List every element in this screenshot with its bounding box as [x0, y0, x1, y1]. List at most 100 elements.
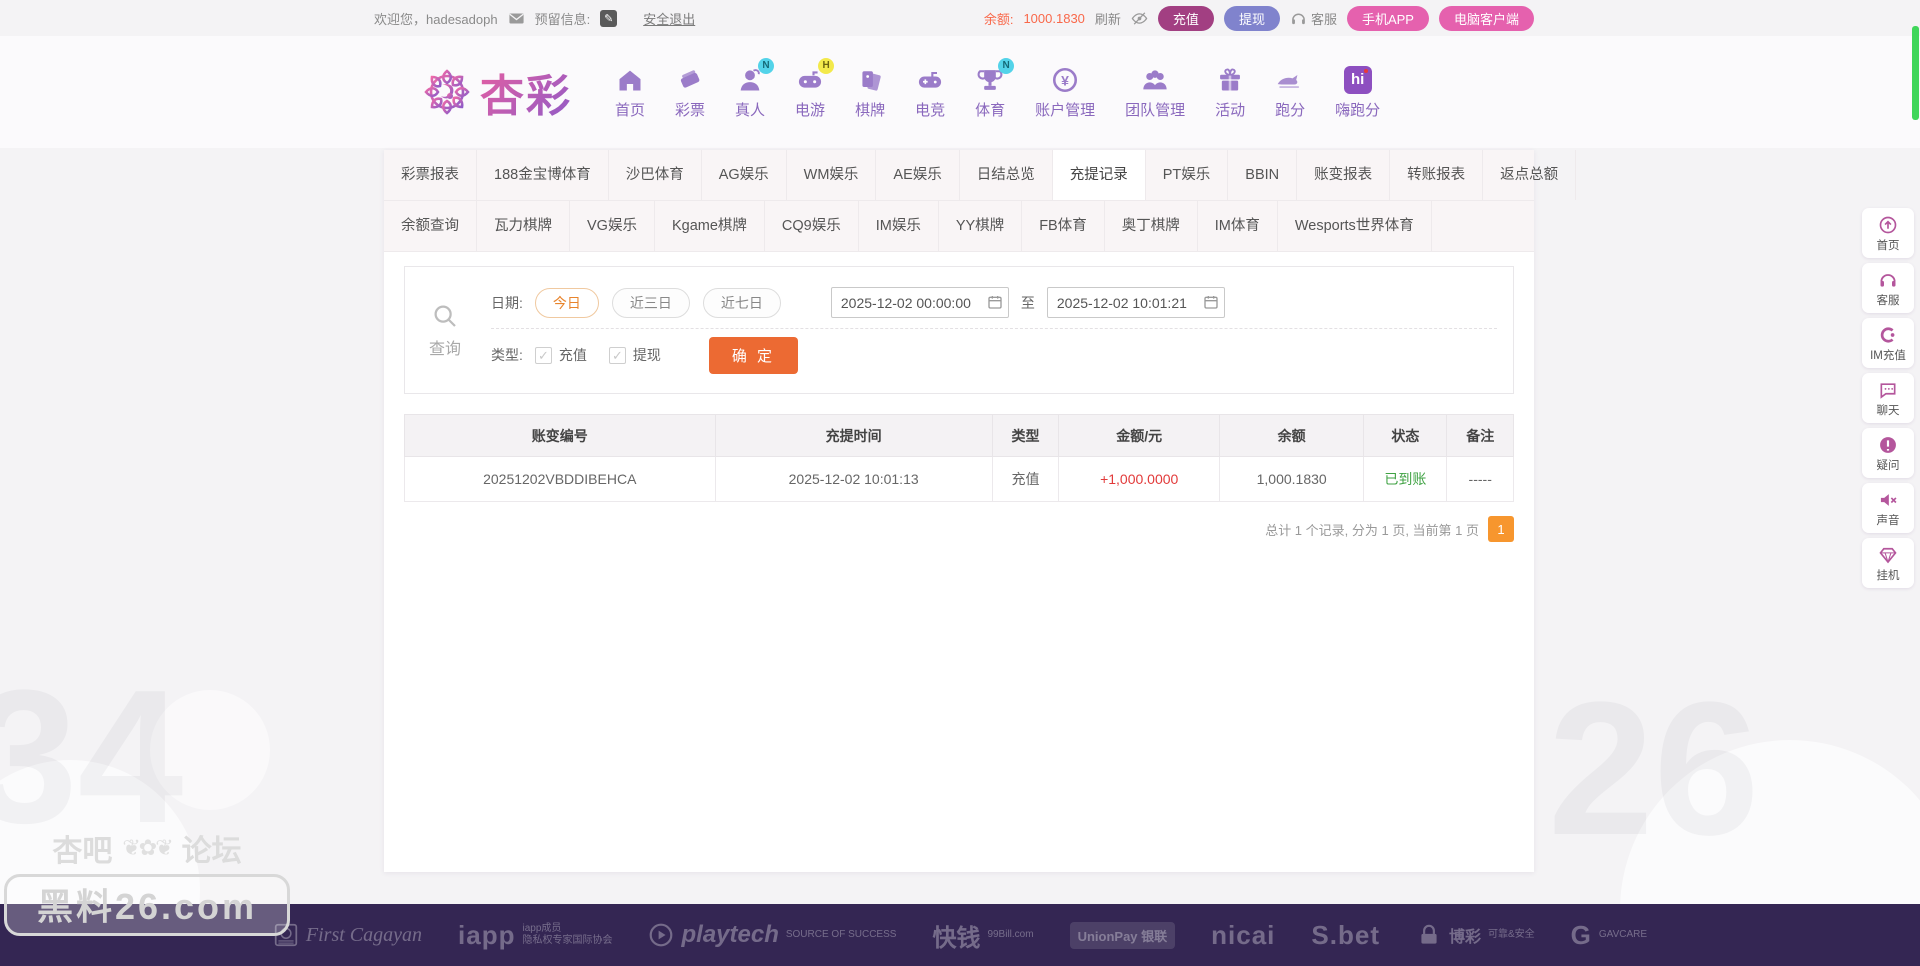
nav-item-5[interactable]: 棋牌 — [840, 65, 900, 120]
cell-金额/元: +1,000.0000 — [1058, 456, 1221, 502]
mail-icon[interactable] — [508, 10, 525, 27]
gem-icon — [1878, 545, 1898, 565]
confirm-button[interactable]: 确 定 — [708, 336, 799, 374]
nav-item-9[interactable]: 团队管理 — [1110, 65, 1200, 120]
withdraw-button[interactable]: 提现 — [1223, 5, 1280, 31]
footer-logo-name: S.bet — [1311, 919, 1380, 950]
footer-logo-name: First Cagayan — [305, 923, 423, 946]
svg-text:¥: ¥ — [1061, 72, 1069, 88]
sidebar-item-疑问[interactable]: 疑问 — [1862, 428, 1914, 478]
nav-item-1[interactable]: 首页 — [600, 65, 660, 120]
sidebar-item-IM充值[interactable]: IM充值 — [1862, 318, 1914, 368]
footer-logo-name: G — [1570, 919, 1592, 950]
type-check-提现[interactable]: ✓ 提现 — [608, 345, 661, 365]
date-to-input[interactable] — [1046, 287, 1225, 318]
content-card: 彩票报表 188金宝博体育 沙巴体育 AG娱乐 WM娱乐 AE娱乐 日结总览 充提记录 PT娱乐… — [384, 150, 1577, 872]
refresh-link[interactable]: 刷新 — [1095, 9, 1121, 28]
ornament-icon: ❦✿❦ — [122, 835, 173, 860]
sidebar-item-首页[interactable]: 首页 — [1862, 208, 1914, 258]
sidebar-item-声音[interactable]: 声音 — [1862, 483, 1914, 533]
nav-item-3[interactable]: N 真人 — [720, 57, 780, 120]
page-number-button[interactable]: 1 — [1488, 516, 1514, 542]
nav-item-6[interactable]: 电竞 — [900, 65, 960, 120]
pc-client-button[interactable]: 电脑客户端 — [1438, 5, 1534, 31]
nav-item-2[interactable]: 彩票 — [660, 65, 720, 120]
sidebar-item-聊天[interactable]: 聊天 — [1862, 373, 1914, 423]
column-header-充提时间: 充提时间 — [714, 414, 993, 457]
footer-logo-sub: 99Bill.com — [987, 929, 1034, 940]
tab-188金宝博体育[interactable]: 188金宝博体育 — [477, 150, 609, 200]
range-pill-近七日[interactable]: 近七日 — [702, 287, 781, 318]
column-header-备注: 备注 — [1446, 414, 1514, 457]
tab-奥丁棋牌[interactable]: 奥丁棋牌 — [1105, 201, 1198, 251]
tab-CQ9娱乐[interactable]: CQ9娱乐 — [765, 201, 859, 251]
ticket-icon — [675, 65, 705, 95]
nav-item-8[interactable]: ¥ 账户管理 — [1020, 65, 1110, 120]
tab-沙巴体育[interactable]: 沙巴体育 — [609, 150, 702, 200]
tab-IM娱乐[interactable]: IM娱乐 — [859, 201, 939, 251]
main-nav: 首页 彩票 N 真人 H 电游 棋牌 电竞 N 体育 ¥ 账户管理 团队管理 活动 跑分 hi 嗨跑分 — [600, 57, 1395, 120]
tab-返点总额[interactable]: 返点总额 — [1483, 150, 1577, 200]
nav-item-4[interactable]: H 电游 — [780, 57, 840, 120]
tab-Kgame棋牌[interactable]: Kgame棋牌 — [655, 201, 765, 251]
tab-VG娱乐[interactable]: VG娱乐 — [570, 201, 655, 251]
table-row: 20251202VBDDIBEHCA 2025-12-02 10:01:13 充值 +… — [404, 456, 1514, 502]
tab-IM体育[interactable]: IM体育 — [1198, 201, 1278, 251]
sidebar-label: 聊天 — [1876, 405, 1900, 417]
welcome-text: 欢迎您，hadesadoph — [374, 11, 498, 27]
nav-item-10[interactable]: 活动 — [1200, 65, 1260, 120]
cell-充提时间: 2025-12-02 10:01:13 — [714, 456, 993, 502]
table-body: 20251202VBDDIBEHCA 2025-12-02 10:01:13 充值 +… — [404, 456, 1514, 502]
edit-icon[interactable]: ✎ — [600, 9, 618, 27]
tab-Wesports世界体育[interactable]: Wesports世界体育 — [1278, 201, 1432, 251]
tab-AE娱乐[interactable]: AE娱乐 — [876, 150, 960, 200]
range-pill-近三日[interactable]: 近三日 — [611, 287, 690, 318]
tab-YY棋牌[interactable]: YY棋牌 — [939, 201, 1023, 251]
watermark-site: 黑料26.com — [4, 874, 290, 936]
im-recharge-icon — [1878, 325, 1898, 345]
brand-name: 杏彩 — [480, 60, 572, 124]
team-icon — [1140, 65, 1170, 95]
footer-logo-4: 快钱 99Bill.com — [932, 918, 1033, 953]
footer-logo-name: 快钱 — [932, 924, 981, 952]
nav-label: 棋牌 — [855, 101, 886, 119]
type-check-充值[interactable]: ✓ 充值 — [534, 345, 587, 365]
nav-label: 首页 — [615, 101, 646, 119]
footer-logo-1: First Cagayan — [273, 922, 422, 948]
deposit-button[interactable]: 充值 — [1157, 5, 1214, 31]
nav-item-12[interactable]: hi 嗨跑分 — [1320, 65, 1395, 120]
tab-WM娱乐[interactable]: WM娱乐 — [787, 150, 877, 200]
tab-余额查询[interactable]: 余额查询 — [384, 201, 477, 251]
tab-瓦力棋牌[interactable]: 瓦力棋牌 — [477, 201, 570, 251]
check-label: 充值 — [558, 347, 587, 363]
tab-账变报表[interactable]: 账变报表 — [1297, 150, 1391, 200]
tab-AG娱乐[interactable]: AG娱乐 — [702, 150, 787, 200]
sidebar-label: 首页 — [1876, 240, 1900, 252]
tab-FB体育[interactable]: FB体育 — [1022, 201, 1105, 251]
sidebar-item-客服[interactable]: 客服 — [1862, 263, 1914, 313]
lock-icon — [1416, 922, 1442, 948]
date-from-input[interactable] — [830, 287, 1009, 318]
range-pill-今日[interactable]: 今日 — [534, 287, 599, 318]
page: 34 26 欢迎您，hadesadoph 预留信息: ✎ 安全退出 余额: 10… — [0, 0, 1920, 966]
badge-h: H — [818, 57, 835, 74]
scrollbar-thumb[interactable] — [1912, 26, 1919, 120]
nav-item-11[interactable]: 跑分 — [1260, 65, 1320, 120]
service-link[interactable]: 客服 — [1290, 9, 1337, 28]
cards-icon — [855, 65, 885, 95]
tab-PT娱乐[interactable]: PT娱乐 — [1146, 150, 1229, 200]
footer-logo-name: nicai — [1211, 919, 1276, 950]
tab-BBIN[interactable]: BBIN — [1228, 150, 1298, 200]
logout-link[interactable]: 安全退出 — [643, 9, 695, 28]
chat-icon — [1878, 380, 1898, 400]
date-from-wrap — [830, 287, 1009, 318]
mobile-app-button[interactable]: 手机APP — [1346, 5, 1429, 31]
tab-充提记录[interactable]: 充提记录 — [1052, 150, 1146, 200]
sidebar-item-挂机[interactable]: 挂机 — [1862, 538, 1914, 588]
brand-logo[interactable]: 杏彩 — [420, 60, 572, 124]
tab-日结总览[interactable]: 日结总览 — [960, 150, 1053, 200]
tab-转账报表[interactable]: 转账报表 — [1390, 150, 1484, 200]
tab-彩票报表[interactable]: 彩票报表 — [384, 150, 477, 200]
nav-item-7[interactable]: N 体育 — [960, 57, 1020, 120]
eye-off-icon[interactable] — [1131, 10, 1148, 27]
